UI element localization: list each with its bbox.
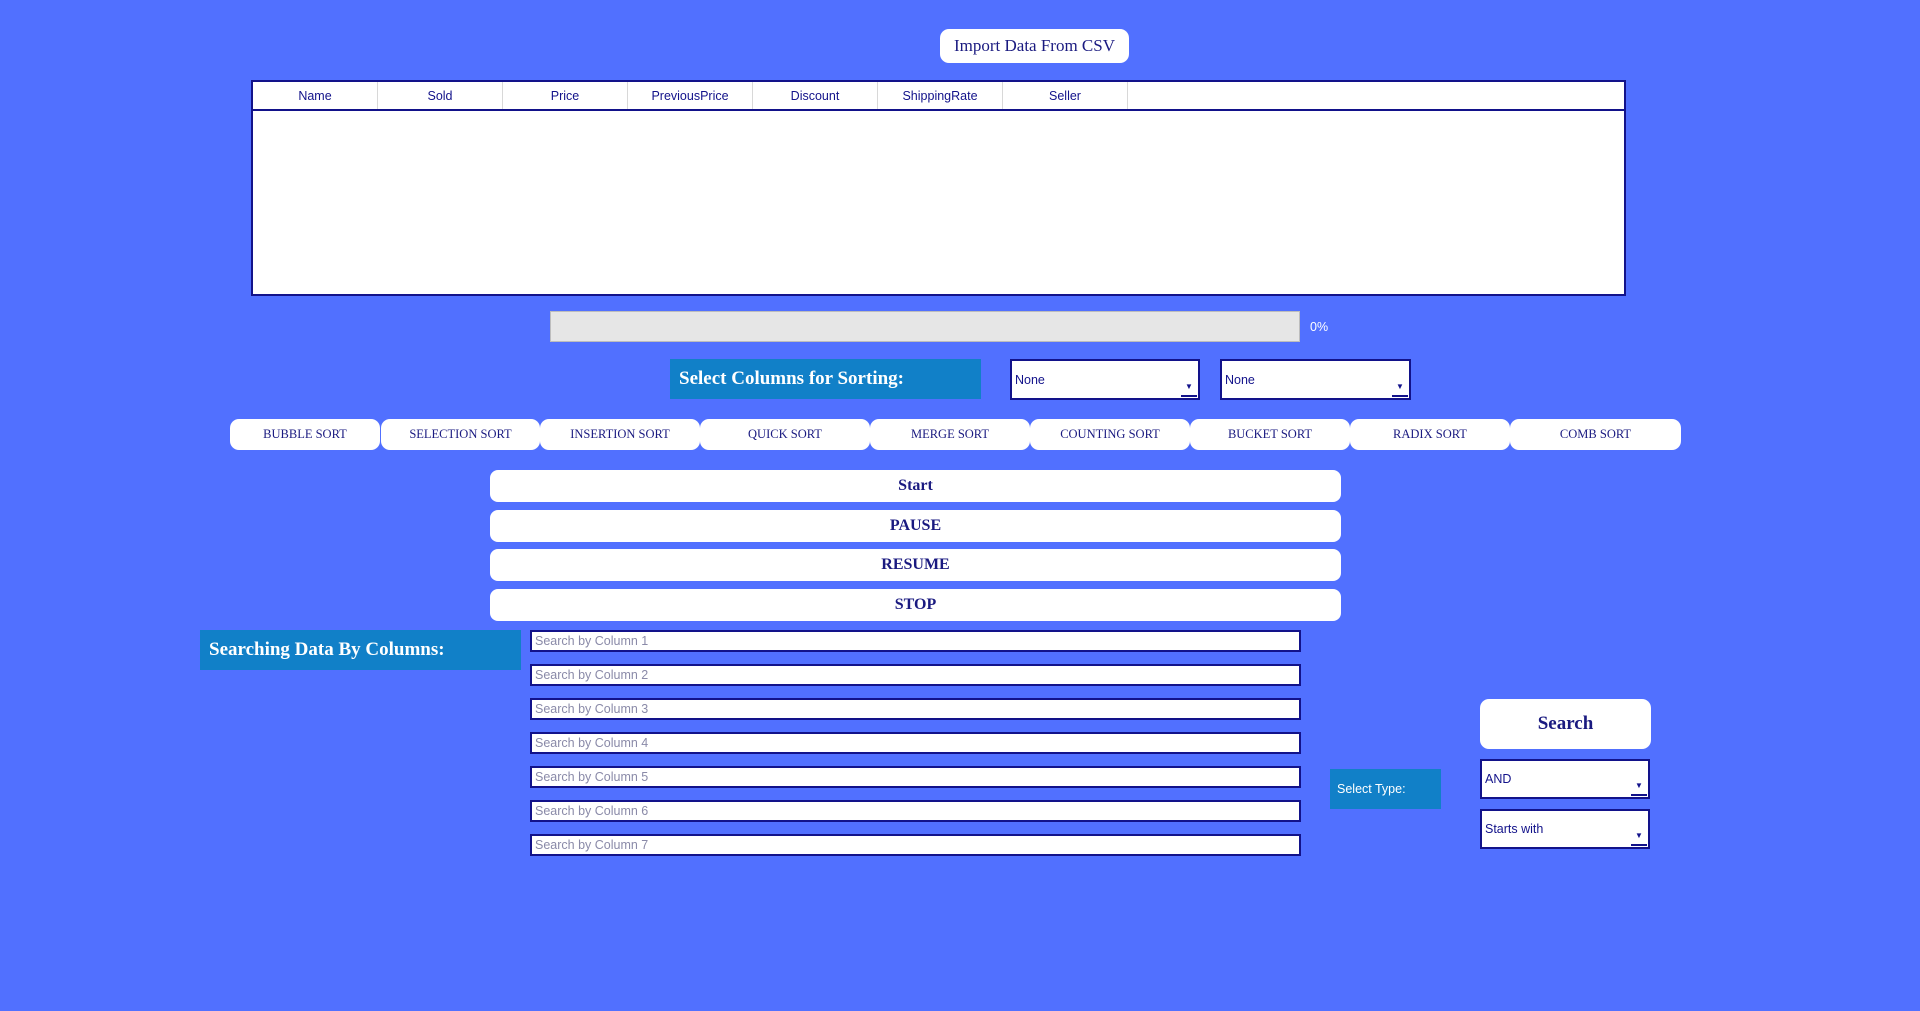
progress-bar: [550, 311, 1300, 342]
sort-columns-label: Select Columns for Sorting:: [670, 359, 981, 399]
start-button[interactable]: Start: [490, 470, 1341, 502]
column-header-sold[interactable]: Sold: [378, 82, 503, 109]
column-header-discount[interactable]: Discount: [753, 82, 878, 109]
search-column-2-input[interactable]: [530, 664, 1301, 686]
resume-button[interactable]: RESUME: [490, 549, 1341, 581]
column-header-seller[interactable]: Seller: [1003, 82, 1128, 109]
quick-sort-button[interactable]: QUICK SORT: [700, 419, 870, 450]
search-column-6-input[interactable]: [530, 800, 1301, 822]
search-match-select[interactable]: Starts with ▼: [1480, 809, 1650, 849]
chevron-down-icon[interactable]: ▼: [1392, 377, 1408, 397]
search-column-1-input[interactable]: [530, 630, 1301, 652]
chevron-down-icon[interactable]: ▼: [1181, 377, 1197, 397]
table-body: [253, 111, 1624, 294]
sort-column-a-select[interactable]: None ▼: [1010, 359, 1200, 400]
selection-sort-button[interactable]: SELECTION SORT: [381, 419, 540, 450]
search-column-7-input[interactable]: [530, 834, 1301, 856]
search-match-value: Starts with: [1485, 822, 1544, 836]
column-header-price[interactable]: Price: [503, 82, 628, 109]
search-logic-select[interactable]: AND ▼: [1480, 759, 1650, 799]
search-column-4-input[interactable]: [530, 732, 1301, 754]
chevron-down-icon[interactable]: ▼: [1631, 776, 1647, 796]
merge-sort-button[interactable]: MERGE SORT: [870, 419, 1030, 450]
bubble-sort-button[interactable]: BUBBLE SORT: [230, 419, 380, 450]
bucket-sort-button[interactable]: BUCKET SORT: [1190, 419, 1350, 450]
comb-sort-button[interactable]: COMB SORT: [1510, 419, 1681, 450]
search-column-5-input[interactable]: [530, 766, 1301, 788]
stop-button[interactable]: STOP: [490, 589, 1341, 621]
sort-column-a-value: None: [1015, 372, 1045, 387]
data-table: Name Sold Price PreviousPrice Discount S…: [251, 80, 1626, 296]
select-type-label: Select Type:: [1330, 769, 1441, 809]
chevron-down-icon[interactable]: ▼: [1631, 826, 1647, 846]
search-columns-label: Searching Data By Columns:: [200, 630, 521, 670]
insertion-sort-button[interactable]: INSERTION SORT: [540, 419, 700, 450]
sort-column-b-select[interactable]: None ▼: [1220, 359, 1411, 400]
pause-button[interactable]: PAUSE: [490, 510, 1341, 542]
column-header-previous-price[interactable]: PreviousPrice: [628, 82, 753, 109]
column-header-shipping-rate[interactable]: ShippingRate: [878, 82, 1003, 109]
counting-sort-button[interactable]: COUNTING SORT: [1030, 419, 1190, 450]
radix-sort-button[interactable]: RADIX SORT: [1350, 419, 1510, 450]
column-header-name[interactable]: Name: [253, 82, 378, 109]
search-logic-value: AND: [1485, 772, 1512, 786]
search-button[interactable]: Search: [1480, 699, 1651, 749]
table-header: Name Sold Price PreviousPrice Discount S…: [253, 82, 1624, 111]
sort-column-b-value: None: [1225, 372, 1255, 387]
import-csv-button[interactable]: Import Data From CSV: [940, 29, 1129, 63]
progress-percent: 0%: [1310, 320, 1329, 334]
search-column-3-input[interactable]: [530, 698, 1301, 720]
